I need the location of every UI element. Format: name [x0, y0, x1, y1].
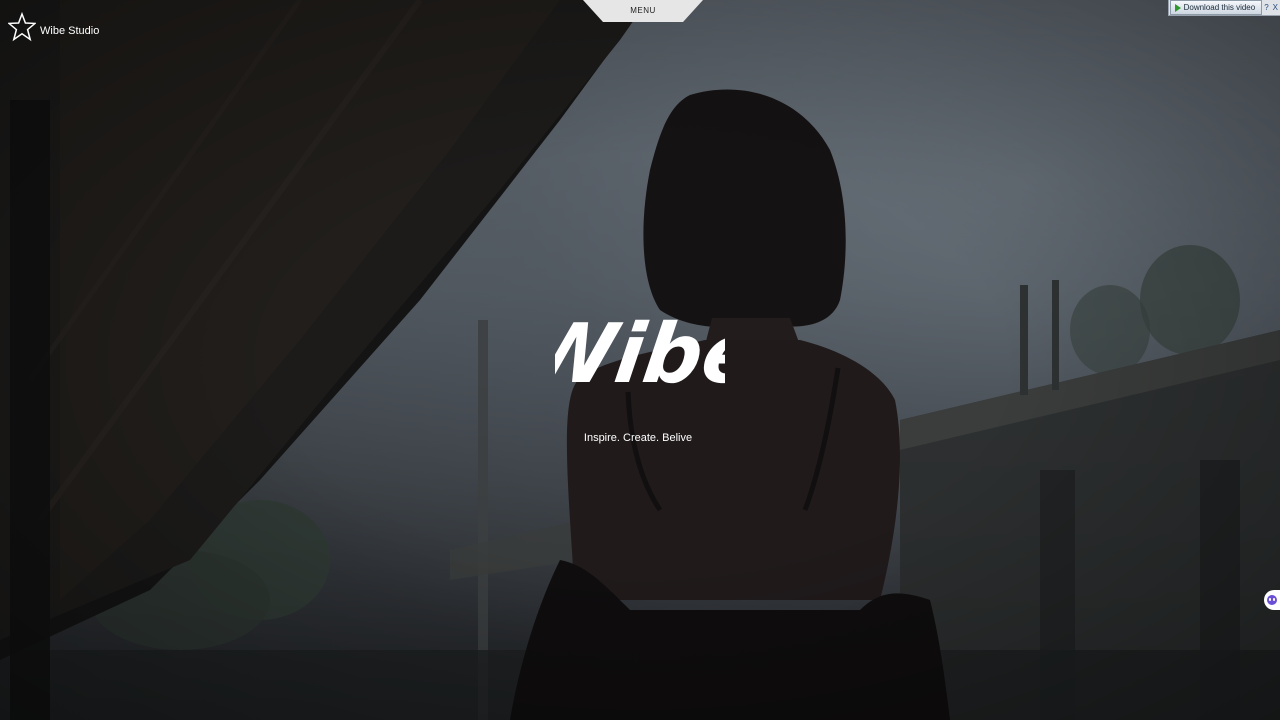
download-video-label: Download this video [1183, 3, 1256, 12]
star-outline-icon [8, 12, 36, 42]
chat-widget-button[interactable] [1264, 590, 1280, 610]
chat-bot-icon [1267, 595, 1277, 605]
menu-label: MENU [630, 6, 656, 15]
brand-name: Wibe Studio [40, 25, 100, 37]
close-icon[interactable]: X [1271, 3, 1280, 12]
play-icon [1174, 3, 1181, 12]
hero-title-svg: Wibe [555, 307, 725, 396]
hero-title: Wibe [555, 307, 725, 396]
hero-tagline-container: Inspire. Create. Belive [0, 432, 1280, 444]
help-icon[interactable]: ? [1262, 3, 1270, 12]
hero-title-container: Wibe [0, 296, 1280, 401]
hero-tagline: Inspire. Create. Belive [583, 432, 693, 444]
menu-button[interactable]: MENU [583, 0, 703, 23]
hero-section: Wibe Studio MENU Download this video ? X… [0, 0, 1280, 720]
download-video-button[interactable]: Download this video [1169, 0, 1263, 15]
download-video-bar: Download this video ? X [1167, 0, 1280, 16]
brand-logo-link[interactable]: Wibe Studio [8, 12, 99, 42]
